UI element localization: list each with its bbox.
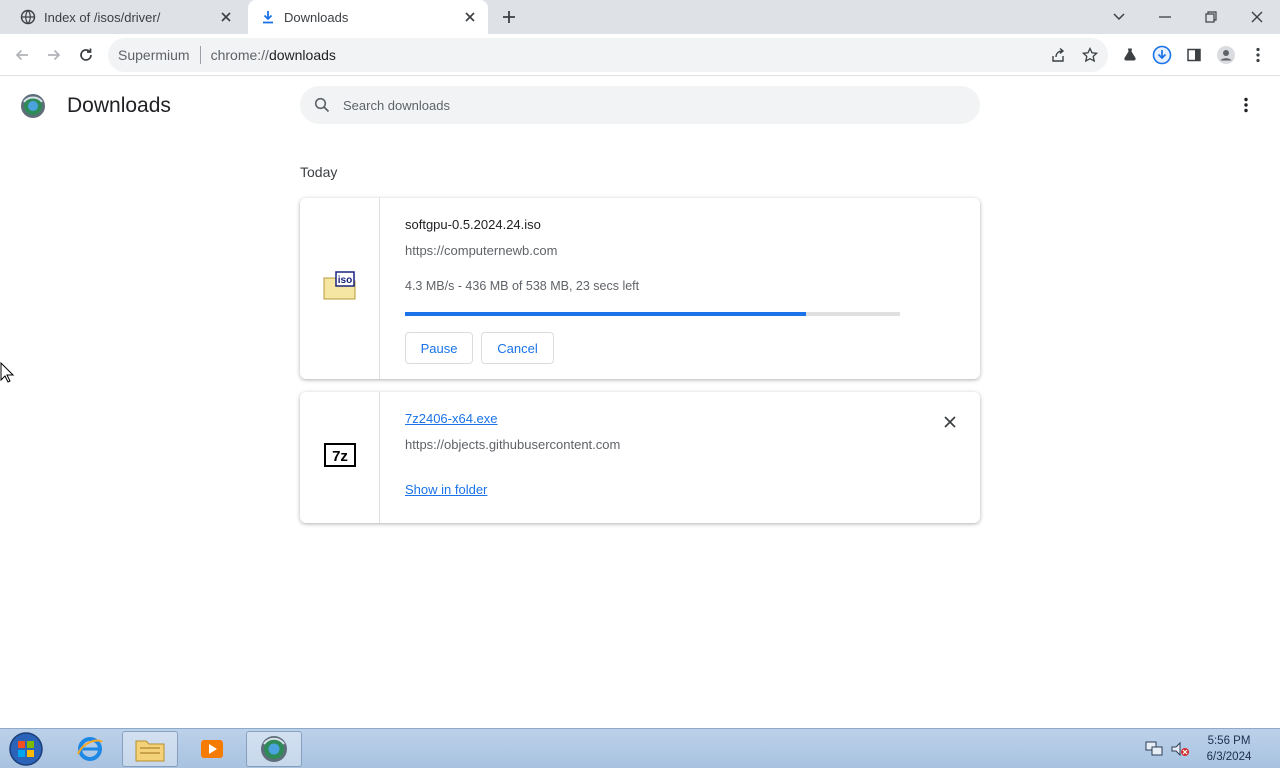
taskbar-clock[interactable]: 5:56 PM 6/3/2024 bbox=[1196, 733, 1262, 765]
download-filename-link[interactable]: 7z2406-x64.exe bbox=[405, 411, 498, 426]
svg-text:7z: 7z bbox=[332, 448, 348, 465]
download-progress-fill bbox=[405, 312, 806, 316]
reload-button[interactable] bbox=[74, 43, 98, 67]
mouse-cursor-icon bbox=[0, 361, 15, 389]
globe-icon bbox=[20, 9, 36, 25]
browser-menu-icon[interactable] bbox=[1246, 43, 1270, 67]
download-source-url[interactable]: https://computernewb.com bbox=[405, 243, 557, 258]
downloads-toolbar-icon[interactable] bbox=[1150, 43, 1174, 67]
media-player-taskbar-icon[interactable] bbox=[184, 731, 240, 767]
cancel-button[interactable]: Cancel bbox=[481, 332, 554, 364]
iso-file-icon: iso bbox=[323, 271, 357, 306]
restore-button[interactable] bbox=[1188, 0, 1234, 34]
back-button[interactable] bbox=[10, 43, 34, 67]
tab-search-icon[interactable] bbox=[1096, 0, 1142, 34]
browser-origin-label: Supermium bbox=[118, 47, 190, 63]
file-icon-column: 7z bbox=[300, 392, 380, 523]
7zip-file-icon: 7z bbox=[323, 443, 356, 472]
close-tab-icon[interactable] bbox=[216, 7, 236, 27]
download-source-url[interactable]: https://objects.githubusercontent.com bbox=[405, 437, 620, 452]
download-filename: softgpu-0.5.2024.24.iso bbox=[405, 217, 541, 232]
internet-explorer-taskbar-icon[interactable] bbox=[62, 731, 118, 767]
download-icon bbox=[260, 9, 276, 25]
search-downloads[interactable] bbox=[300, 86, 980, 124]
supermium-logo-icon bbox=[20, 93, 46, 119]
forward-button[interactable] bbox=[42, 43, 66, 67]
close-window-button[interactable] bbox=[1234, 0, 1280, 34]
search-icon bbox=[313, 96, 331, 114]
clock-time: 5:56 PM bbox=[1207, 735, 1251, 747]
tab-strip: Index of /isos/driver/ Downloads bbox=[0, 0, 1280, 34]
page-menu-icon[interactable] bbox=[1236, 94, 1256, 116]
volume-muted-icon[interactable] bbox=[1170, 729, 1190, 768]
search-input[interactable] bbox=[343, 97, 943, 113]
supermium-taskbar-icon[interactable] bbox=[246, 731, 302, 767]
minimize-button[interactable] bbox=[1142, 0, 1188, 34]
pause-button[interactable]: Pause bbox=[405, 332, 473, 364]
taskbar: 5:56 PM 6/3/2024 bbox=[0, 728, 1280, 768]
download-progress-bar bbox=[405, 312, 900, 316]
download-item: 7z 7z2406-x64.exe https://objects.github… bbox=[300, 392, 980, 523]
url-text: chrome://downloads bbox=[210, 47, 336, 63]
show-in-folder-link[interactable]: Show in folder bbox=[405, 482, 487, 497]
toolbar: Supermium chrome://downloads bbox=[0, 34, 1280, 76]
svg-text:iso: iso bbox=[337, 275, 351, 286]
file-icon-column: iso bbox=[300, 198, 380, 379]
download-item: iso softgpu-0.5.2024.24.iso https://comp… bbox=[300, 198, 980, 379]
tab-index-isos-driver[interactable]: Index of /isos/driver/ bbox=[8, 0, 244, 34]
address-bar[interactable]: Supermium chrome://downloads bbox=[108, 38, 1108, 72]
clock-date: 6/3/2024 bbox=[1206, 751, 1252, 763]
share-icon[interactable] bbox=[1046, 43, 1070, 67]
side-panel-icon[interactable] bbox=[1182, 43, 1206, 67]
tab-title: Downloads bbox=[284, 9, 349, 25]
remove-download-icon[interactable] bbox=[940, 412, 960, 432]
tab-downloads[interactable]: Downloads bbox=[248, 0, 488, 34]
omnibox-separator bbox=[199, 46, 201, 64]
file-explorer-taskbar-icon[interactable] bbox=[122, 731, 178, 767]
page-title: Downloads bbox=[67, 94, 171, 117]
download-status: 4.3 MB/s - 436 MB of 538 MB, 23 secs lef… bbox=[405, 279, 640, 293]
start-button[interactable] bbox=[6, 730, 46, 768]
profile-avatar-icon[interactable] bbox=[1214, 43, 1238, 67]
close-tab-icon[interactable] bbox=[460, 7, 480, 27]
date-section-label: Today bbox=[300, 164, 338, 180]
network-icon[interactable] bbox=[1144, 729, 1164, 768]
new-tab-button[interactable] bbox=[498, 6, 520, 28]
extensions-icon[interactable] bbox=[1118, 43, 1142, 67]
tab-title: Index of /isos/driver/ bbox=[44, 9, 161, 25]
bookmark-star-icon[interactable] bbox=[1078, 43, 1102, 67]
